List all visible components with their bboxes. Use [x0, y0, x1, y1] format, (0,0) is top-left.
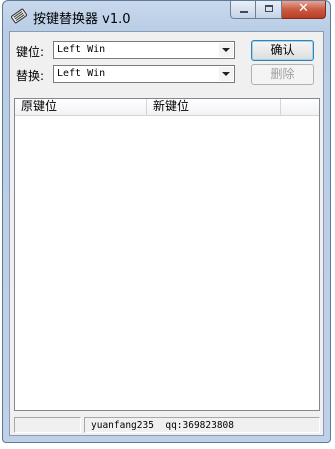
confirm-button[interactable]: 确认	[251, 40, 314, 61]
minimize-button[interactable]	[230, 1, 256, 19]
caption-buttons: ✕	[230, 1, 326, 21]
close-icon: ✕	[298, 1, 309, 16]
key-mapping-list[interactable]: 原键位 新键位	[14, 98, 320, 411]
minimize-icon	[240, 11, 248, 13]
close-button[interactable]: ✕	[282, 1, 326, 19]
replace-label: 替换:	[16, 69, 45, 83]
replace-combobox[interactable]: Left Win	[53, 65, 235, 83]
status-cell-left	[14, 417, 81, 433]
status-bar: yuanfang235 qq:369823808	[14, 417, 320, 433]
delete-button: 删除	[251, 64, 314, 85]
status-cell-author: yuanfang235 qq:369823808	[84, 417, 320, 433]
replace-combobox-value: Left Win	[57, 68, 106, 79]
column-filler	[281, 99, 319, 115]
key-combobox[interactable]: Left Win	[53, 41, 235, 59]
app-window: 按键替换器 v1.0 ✕ 键位: Left Win 确认 替换: Left Wi…	[2, 0, 331, 443]
client-area: 键位: Left Win 确认 替换: Left Win 删除 原键位 新键位 …	[9, 31, 324, 436]
list-header: 原键位 新键位	[15, 99, 319, 116]
keyboard-app-icon	[11, 8, 27, 24]
column-new-key[interactable]: 新键位	[147, 99, 281, 115]
column-original-key[interactable]: 原键位	[15, 99, 147, 115]
key-label: 键位:	[16, 45, 45, 59]
maximize-button[interactable]	[256, 1, 282, 19]
chevron-down-icon[interactable]	[219, 43, 233, 57]
maximize-icon	[265, 5, 273, 12]
title-bar[interactable]: 按键替换器 v1.0 ✕	[3, 1, 330, 31]
window-title: 按键替换器 v1.0	[33, 12, 131, 27]
key-combobox-value: Left Win	[57, 44, 106, 55]
chevron-down-icon[interactable]	[219, 67, 233, 81]
